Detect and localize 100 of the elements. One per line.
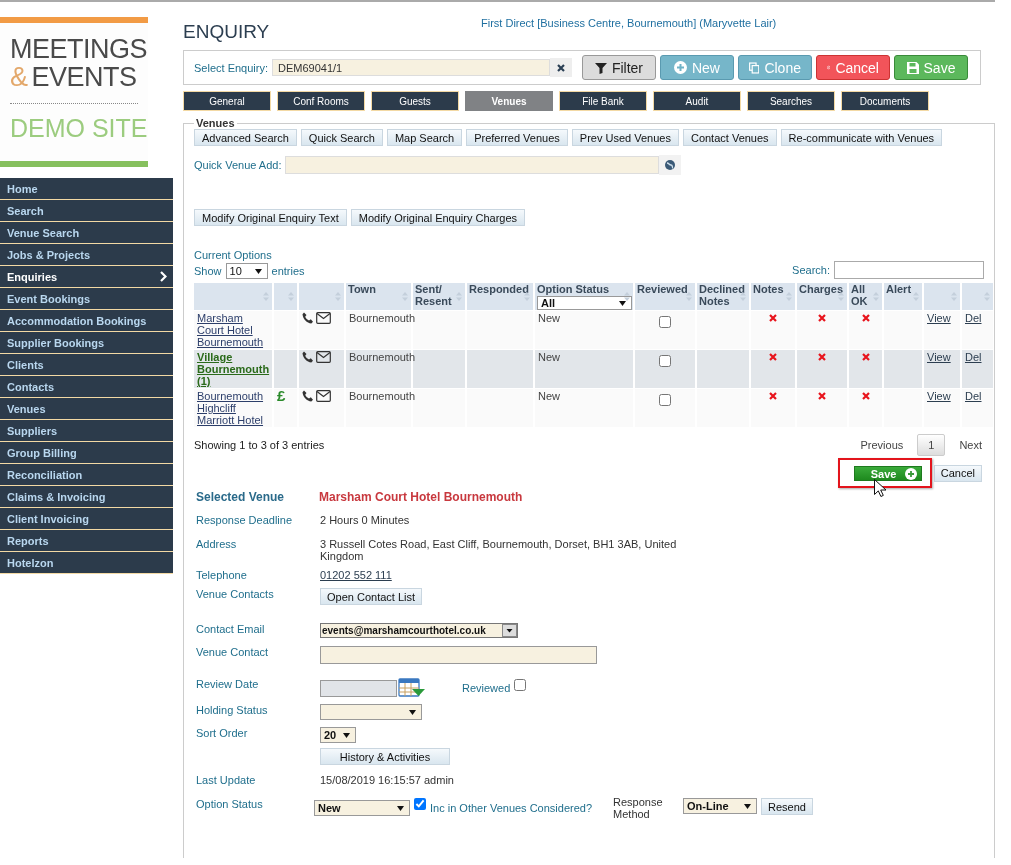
table-cell: New: [538, 390, 560, 402]
table-cell: Bournemouth: [349, 351, 416, 363]
tab[interactable]: File Bank: [559, 91, 647, 111]
page-button[interactable]: 1: [917, 434, 946, 456]
caret-icon: [397, 805, 404, 811]
sidebar-item[interactable]: Supplier Bookings: [0, 332, 173, 354]
response-method-select[interactable]: On-Line: [683, 798, 758, 814]
field-label: Venue Contact: [196, 646, 269, 658]
table-cell: Bournemouth: [349, 390, 416, 402]
checkbox-label: Reviewed: [462, 682, 511, 694]
reviewed-checkbox[interactable]: [659, 355, 671, 367]
show-label: Show: [194, 265, 222, 277]
tab[interactable]: Conf Rooms: [277, 91, 365, 111]
sidebar-item[interactable]: Event Bookings: [0, 288, 173, 310]
envelope-icon: [316, 312, 331, 324]
search-button[interactable]: Prev Used Venues: [571, 129, 679, 146]
sidebar-item[interactable]: Accommodation Bookings: [0, 310, 173, 332]
sidebar-item[interactable]: Client Invoicing: [0, 508, 173, 530]
reviewed-checkbox[interactable]: [514, 679, 527, 691]
tab[interactable]: Guests: [371, 91, 459, 111]
phone-link[interactable]: 01202 552 111: [320, 569, 392, 581]
field-label: Response Method: [613, 796, 664, 820]
tab[interactable]: Searches: [747, 91, 835, 111]
chevron-right-icon: [160, 271, 167, 282]
sort-order-select[interactable]: 20: [320, 727, 356, 743]
search-button[interactable]: Advanced Search: [194, 129, 297, 146]
resend-button[interactable]: Resend: [761, 798, 813, 815]
filter-button[interactable]: Filter: [582, 55, 656, 80]
date-field[interactable]: [320, 679, 397, 697]
search-field[interactable]: [834, 261, 984, 279]
search-button[interactable]: Quick Search: [300, 129, 383, 146]
page-title: ENQUIRY: [183, 21, 271, 43]
search-button[interactable]: Preferred Venues: [466, 129, 568, 146]
sidebar-item[interactable]: Clients: [0, 354, 173, 376]
field-value: 2 Hours 0 Minutes: [320, 514, 411, 526]
tab[interactable]: Venues: [465, 91, 553, 111]
caret-icon: [619, 300, 626, 306]
field-value: 15/08/2019 16:15:57 admin: [320, 774, 455, 786]
logo-text: MEETINGS: [10, 35, 148, 63]
delete-link[interactable]: Del: [965, 312, 982, 324]
sidebar-item[interactable]: Jobs & Projects: [0, 244, 173, 266]
page-length-select[interactable]: 10: [225, 263, 268, 279]
sidebar-item[interactable]: Contacts: [0, 376, 173, 398]
cancel-button[interactable]: Cancel: [933, 464, 982, 482]
contact-field[interactable]: [320, 646, 597, 664]
modify-button[interactable]: Modify Original Enquiry Charges: [350, 209, 526, 226]
logo-text: EVENTS: [31, 62, 137, 92]
plus-circle-icon: [673, 61, 687, 74]
sidebar-item[interactable]: Venues: [0, 398, 173, 420]
email-select[interactable]: events@marshamcourthotel.co.uk: [320, 623, 518, 638]
price-mark: £: [277, 387, 286, 404]
reviewed-checkbox[interactable]: [659, 316, 671, 328]
column-header: Option Status: [537, 283, 610, 295]
sidebar-item[interactable]: Reconciliation: [0, 464, 173, 486]
tab[interactable]: Documents: [841, 91, 929, 111]
sidebar-item[interactable]: Reports: [0, 530, 173, 552]
history-button[interactable]: History & Activities: [320, 748, 450, 765]
envelope-icon: [316, 351, 331, 363]
modify-button[interactable]: Modify Original Enquiry Text: [194, 209, 347, 226]
sidebar-item[interactable]: Hotelzon: [0, 552, 173, 574]
column-header: Sent/ Resent: [415, 283, 453, 307]
delete-link[interactable]: Del: [965, 351, 982, 363]
sidebar-item[interactable]: Group Billing: [0, 442, 173, 464]
search-button[interactable]: Contact Venues: [682, 129, 777, 146]
floppy-icon: [906, 61, 919, 74]
next-link[interactable]: Next: [959, 439, 982, 451]
previous-link[interactable]: Previous: [860, 439, 904, 451]
tab[interactable]: General: [183, 91, 271, 111]
field-label: Holding Status: [196, 704, 268, 716]
venue-name: Marsham Court Hotel Bournemouth: [319, 490, 523, 504]
sidebar-item[interactable]: Claims & Invoicing: [0, 486, 173, 508]
quick-add-field[interactable]: [285, 156, 660, 174]
entries-label: entries: [271, 265, 305, 277]
caret-icon: [343, 732, 350, 738]
status-filter-select[interactable]: All: [537, 296, 632, 310]
sidebar-item[interactable]: Search: [0, 200, 173, 222]
search-label: Search:: [792, 264, 830, 276]
option-status-select[interactable]: New: [314, 800, 410, 816]
search-button[interactable]: Re-communicate with Venues: [780, 129, 943, 146]
sidebar-item[interactable]: Enquiries: [0, 266, 173, 288]
copy-icon: [749, 60, 760, 75]
sidebar-item[interactable]: Suppliers: [0, 420, 173, 442]
enquiry-field[interactable]: DEM69041/1: [272, 59, 550, 76]
column-header: Town: [348, 283, 376, 295]
delete-link[interactable]: Del: [965, 390, 982, 402]
sidebar-item[interactable]: Home: [0, 178, 173, 200]
calendar-icon: [398, 678, 426, 698]
sort-icon: [624, 292, 630, 301]
search-button[interactable]: Map Search: [386, 129, 463, 146]
field-label: Selected Venue: [195, 490, 286, 504]
tab[interactable]: Audit: [653, 91, 741, 111]
phone-icon: [302, 351, 313, 363]
save-button[interactable]: Save: [853, 466, 922, 481]
inc-checkbox[interactable]: [414, 798, 426, 810]
sidebar-item[interactable]: Venue Search: [0, 222, 173, 244]
column-header: All OK: [851, 283, 869, 307]
reviewed-checkbox[interactable]: [659, 394, 671, 406]
holding-status-select[interactable]: [320, 704, 422, 720]
contact-list-button[interactable]: Open Contact List: [320, 588, 423, 605]
caret-icon: [744, 803, 752, 809]
